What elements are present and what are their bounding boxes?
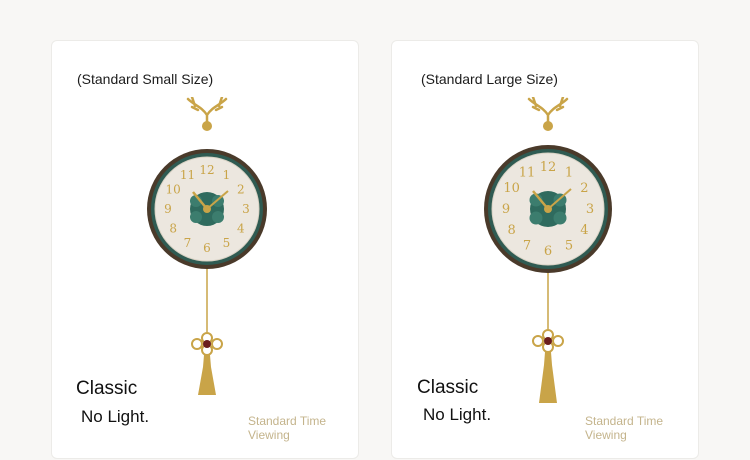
caption: Standard Time Viewing bbox=[585, 414, 664, 442]
wall-clock-icon: 12 12 3 45678 9 1011 bbox=[147, 97, 267, 395]
pendulum-knot-icon bbox=[191, 332, 223, 356]
product-title: Classic bbox=[417, 377, 479, 398]
pendulum-knot-icon bbox=[532, 329, 564, 353]
product-card-small[interactable]: (Standard Small Size) 12 1 2 3 4 5 6 7 8 9 10 11 bbox=[51, 40, 359, 459]
clock-numeral: 7 bbox=[184, 236, 192, 250]
clock-numeral: 6 bbox=[203, 241, 211, 255]
clock-face: 12 12 3 45678 9 1011 bbox=[147, 149, 267, 269]
product-subtitle: No Light. bbox=[423, 405, 492, 424]
tassel-icon bbox=[198, 355, 216, 395]
clock-numeral: 10 bbox=[166, 183, 181, 197]
product-card-large[interactable]: (Standard Large Size) 12 1 2 3 4 5 6 7 8 9 10 11 bbox=[391, 40, 699, 459]
clock-numeral: 2 bbox=[237, 183, 245, 197]
clock-face: 12 12 3 45678 9 1011 bbox=[484, 145, 612, 273]
clock-numeral: 6 bbox=[544, 244, 552, 259]
clock-numeral: 3 bbox=[586, 202, 594, 217]
clock-numeral: 3 bbox=[242, 202, 250, 216]
clock-numeral: 8 bbox=[169, 222, 177, 236]
clock-numeral: 11 bbox=[180, 168, 195, 182]
clock-numeral: 12 bbox=[199, 163, 214, 177]
size-label: (Standard Large Size) bbox=[421, 71, 558, 87]
product-subtitle: No Light. bbox=[81, 407, 150, 426]
clock-numeral: 2 bbox=[580, 181, 588, 196]
clock-numeral: 11 bbox=[519, 166, 536, 181]
clock-numeral: 12 bbox=[540, 160, 557, 175]
clock-numeral: 8 bbox=[507, 223, 515, 238]
clock-numeral: 1 bbox=[565, 166, 573, 181]
clock-numeral: 7 bbox=[523, 238, 531, 253]
product-title: Classic bbox=[76, 378, 138, 399]
antler-icon bbox=[527, 97, 569, 131]
size-label: (Standard Small Size) bbox=[77, 71, 214, 87]
caption: Standard Time Viewing bbox=[248, 414, 327, 442]
clock-numeral: 9 bbox=[164, 202, 172, 216]
clock-numeral: 9 bbox=[502, 202, 510, 217]
clock-numeral: 4 bbox=[237, 222, 245, 236]
wall-clock-icon: 12 12 3 45678 9 1011 bbox=[484, 97, 612, 403]
clock-numeral: 5 bbox=[223, 236, 231, 250]
tassel-icon bbox=[539, 352, 557, 403]
clock-numeral: 10 bbox=[503, 181, 520, 196]
clock-numeral: 5 bbox=[565, 238, 573, 253]
antler-icon bbox=[186, 97, 228, 131]
clock-numeral: 1 bbox=[223, 168, 231, 182]
clock-numeral: 4 bbox=[580, 223, 588, 238]
